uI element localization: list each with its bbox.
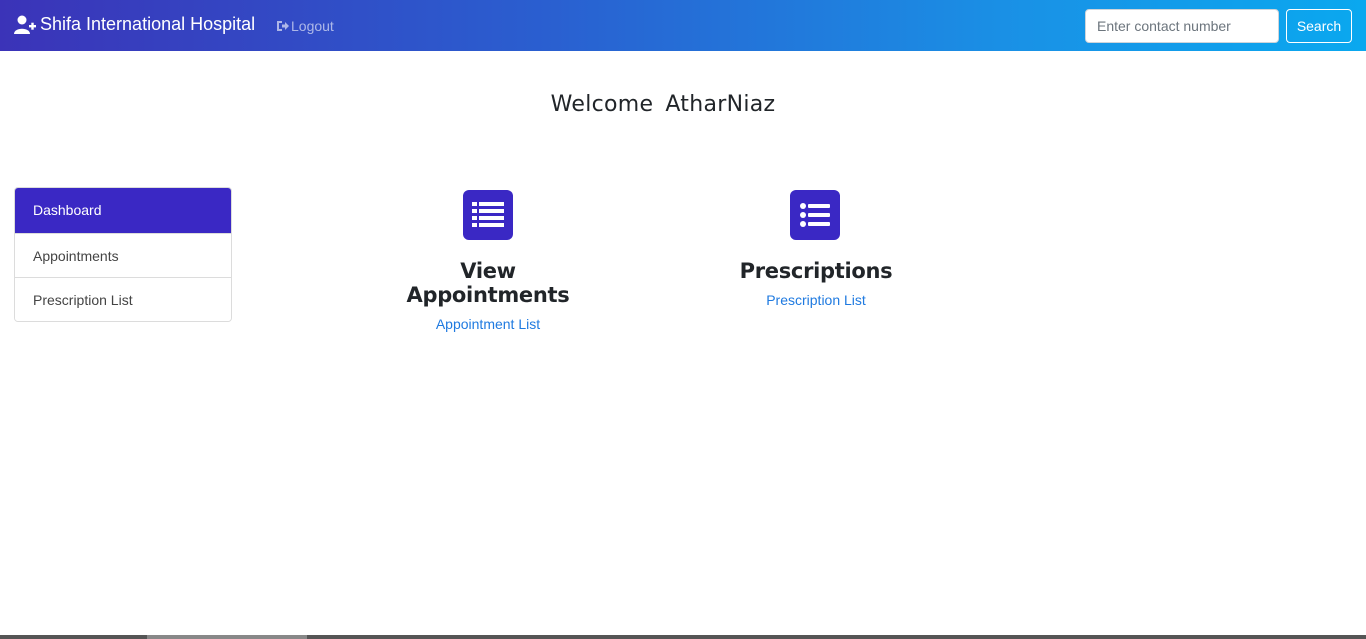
logout-label: Logout bbox=[291, 18, 334, 34]
sidebar-item-prescription-list[interactable]: Prescription List bbox=[15, 277, 231, 321]
prescription-list-link[interactable]: Prescription List bbox=[716, 292, 916, 308]
welcome-heading: Welcome AtharNiaz bbox=[0, 92, 1326, 117]
search-button[interactable]: Search bbox=[1286, 9, 1352, 43]
sidebar-item-dashboard[interactable]: Dashboard bbox=[15, 188, 231, 233]
welcome-username: AtharNiaz bbox=[665, 92, 776, 117]
top-navbar: Shifa International Hospital Logout Sear… bbox=[0, 0, 1366, 51]
appointments-card: View Appointments Appointment List bbox=[388, 190, 588, 332]
contact-search-input[interactable] bbox=[1085, 9, 1279, 43]
logout-link[interactable]: Logout bbox=[276, 18, 334, 34]
appointments-card-title: View Appointments bbox=[406, 259, 570, 307]
sidebar-item-appointments[interactable]: Appointments bbox=[15, 233, 231, 277]
list-icon bbox=[463, 190, 513, 240]
list-ul-icon bbox=[790, 190, 840, 240]
brand-name: Shifa International Hospital bbox=[40, 14, 256, 34]
user-plus-icon bbox=[14, 15, 36, 34]
prescriptions-card: Prescriptions Prescription List bbox=[716, 190, 916, 308]
prescriptions-card-title: Prescriptions bbox=[739, 259, 893, 283]
welcome-greeting: Welcome bbox=[550, 92, 654, 117]
appointment-list-link[interactable]: Appointment List bbox=[388, 316, 588, 332]
sign-out-icon bbox=[277, 21, 289, 31]
sidebar-menu: Dashboard Appointments Prescription List bbox=[14, 187, 232, 322]
scrollbar-thumb[interactable] bbox=[147, 635, 307, 639]
horizontal-scrollbar[interactable] bbox=[0, 635, 1366, 639]
brand-link[interactable]: Shifa International Hospital bbox=[14, 14, 255, 35]
